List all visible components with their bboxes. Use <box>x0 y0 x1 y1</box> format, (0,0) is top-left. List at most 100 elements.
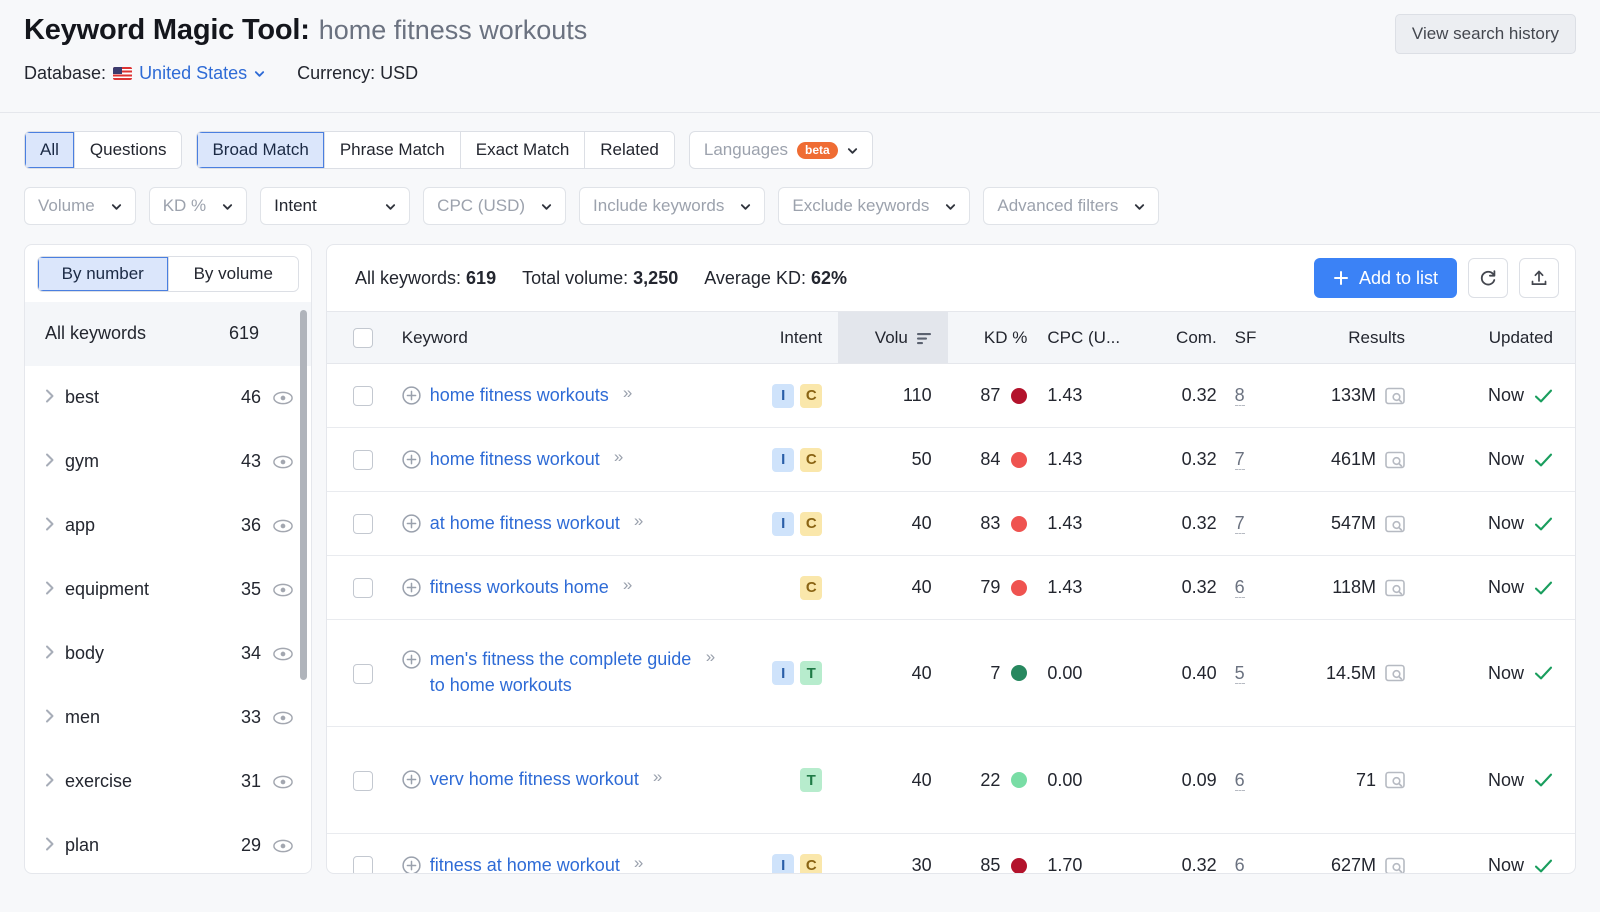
sidebar-item-exercise[interactable]: exercise 31 <box>25 750 311 814</box>
expand-caret[interactable] <box>45 836 65 856</box>
database-selector[interactable]: Database: United States <box>24 63 265 84</box>
languages-dropdown[interactable]: Languages beta <box>688 131 873 169</box>
table-row[interactable]: at home fitness workout» I C 40 83 1.43 0.32 7 5… <box>327 491 1575 556</box>
serp-preview-icon[interactable] <box>1385 664 1405 682</box>
keyword-link[interactable]: fitness workouts home <box>430 575 609 601</box>
row-checkbox[interactable] <box>353 578 374 599</box>
database-value[interactable]: United States <box>139 63 247 84</box>
table-row[interactable]: fitness workouts home » C 40 79 1.43 0.32 6 118M… <box>327 555 1575 620</box>
header-updated[interactable]: Updated <box>1440 311 1575 364</box>
eye-icon[interactable] <box>273 391 293 405</box>
sf-value[interactable]: 6 <box>1234 769 1245 791</box>
table-row[interactable]: verv home fitness workout » T 40 22 0.00 0.09 6… <box>327 726 1575 834</box>
intent-badge-T[interactable]: T <box>800 768 823 792</box>
table-row[interactable]: home fitness workout» I C 50 84 1.43 0.32 7 461M… <box>327 427 1575 492</box>
expand-caret[interactable] <box>45 580 65 600</box>
intent-badge-I[interactable]: I <box>772 447 795 472</box>
expand-caret[interactable] <box>45 452 65 472</box>
tab-broad-match[interactable]: Broad Match <box>197 132 325 168</box>
keyword-expand-icon[interactable]: » <box>609 447 624 467</box>
serp-preview-icon[interactable] <box>1385 771 1405 789</box>
keyword-link[interactable]: verv home fitness workout <box>430 767 639 793</box>
select-all-checkbox[interactable] <box>353 327 374 348</box>
expand-caret[interactable] <box>45 708 65 728</box>
table-row[interactable]: home fitness workouts» I C 110 87 1.43 0.32 8 13… <box>327 363 1575 428</box>
expand-caret[interactable] <box>45 388 65 408</box>
eye-icon[interactable] <box>273 647 293 661</box>
view-search-history-button[interactable]: View search history <box>1394 14 1576 54</box>
add-keyword-icon[interactable] <box>402 650 421 670</box>
filter-cpc[interactable]: CPC (USD) <box>423 187 567 225</box>
header-keyword[interactable]: Keyword <box>391 311 747 364</box>
serp-preview-icon[interactable] <box>1385 857 1405 875</box>
add-keyword-icon[interactable] <box>402 450 421 469</box>
refresh-button[interactable] <box>1468 258 1508 298</box>
sf-value[interactable]: 5 <box>1234 662 1245 684</box>
row-checkbox[interactable] <box>353 514 374 535</box>
header-results[interactable]: Results <box>1284 311 1441 364</box>
keyword-expand-icon[interactable]: » <box>629 853 644 873</box>
table-row[interactable]: men's fitness the complete guide to home… <box>327 619 1575 727</box>
sidebar-item-equipment[interactable]: equipment 35 <box>25 558 311 622</box>
row-checkbox[interactable] <box>353 770 374 791</box>
keyword-link[interactable]: fitness at home workout <box>430 853 620 873</box>
filter-volume[interactable]: Volume <box>24 187 136 225</box>
eye-icon[interactable] <box>273 711 293 725</box>
sidebar-item-body[interactable]: body 34 <box>25 622 311 686</box>
add-keyword-icon[interactable] <box>402 770 421 789</box>
row-checkbox[interactable] <box>353 856 374 873</box>
header-intent[interactable]: Intent <box>746 311 839 364</box>
intent-badge-C[interactable]: C <box>800 511 823 536</box>
serp-preview-icon[interactable] <box>1385 515 1405 533</box>
keyword-expand-icon[interactable]: » <box>701 647 716 667</box>
add-keyword-icon[interactable] <box>402 514 421 533</box>
sf-value[interactable]: 8 <box>1234 385 1245 406</box>
sf-value[interactable]: 6 <box>1234 855 1245 873</box>
intent-badge-T[interactable]: T <box>800 661 823 685</box>
header-sf[interactable]: SF <box>1226 311 1285 364</box>
expand-caret[interactable] <box>45 516 65 536</box>
keyword-link[interactable]: men's fitness the complete guide to home… <box>430 647 692 698</box>
keyword-link[interactable]: at home fitness workout <box>430 511 620 537</box>
header-kd[interactable]: KD % <box>947 311 1042 364</box>
intent-badge-I[interactable]: I <box>772 511 795 536</box>
tab-phrase-match[interactable]: Phrase Match <box>324 132 461 168</box>
intent-badge-I[interactable]: I <box>772 383 795 408</box>
keyword-link[interactable]: home fitness workouts <box>430 383 609 409</box>
sidebar-item-gym[interactable]: gym 43 <box>25 430 311 494</box>
export-button[interactable] <box>1519 258 1559 298</box>
toggle-by-volume[interactable]: By volume <box>168 257 298 291</box>
sf-value[interactable]: 7 <box>1234 513 1245 534</box>
row-checkbox[interactable] <box>353 386 374 407</box>
serp-preview-icon[interactable] <box>1385 451 1405 469</box>
sidebar-item-men[interactable]: men 33 <box>25 686 311 750</box>
sidebar-item-best[interactable]: best 46 <box>25 366 311 430</box>
keyword-expand-icon[interactable]: » <box>648 767 663 787</box>
tab-related[interactable]: Related <box>585 132 674 168</box>
table-row[interactable]: fitness at home workout» I C 30 85 1.70 0.32 6 6… <box>327 833 1575 875</box>
tab-questions[interactable]: Questions <box>74 132 182 168</box>
keyword-expand-icon[interactable]: » <box>629 511 644 531</box>
keyword-expand-icon[interactable]: » <box>618 383 633 403</box>
add-keyword-icon[interactable] <box>402 578 421 597</box>
eye-icon[interactable] <box>273 775 293 789</box>
intent-badge-I[interactable]: I <box>772 853 795 873</box>
intent-badge-C[interactable]: C <box>800 383 823 408</box>
sf-value[interactable]: 7 <box>1234 449 1245 470</box>
expand-caret[interactable] <box>45 772 65 792</box>
filter-include-keywords[interactable]: Include keywords <box>579 187 766 225</box>
expand-caret[interactable] <box>45 644 65 664</box>
filter-advanced[interactable]: Advanced filters <box>983 187 1160 225</box>
serp-preview-icon[interactable] <box>1385 579 1405 597</box>
intent-badge-C[interactable]: C <box>800 447 823 472</box>
header-com[interactable]: Com. <box>1144 311 1227 364</box>
keyword-expand-icon[interactable]: » <box>618 575 633 595</box>
toggle-by-number[interactable]: By number <box>38 257 169 291</box>
keyword-link[interactable]: home fitness workout <box>430 447 600 473</box>
sidebar-item-all-keywords[interactable]: All keywords 619 <box>25 302 311 366</box>
intent-badge-C[interactable]: C <box>800 575 823 600</box>
eye-icon[interactable] <box>273 583 293 597</box>
filter-intent[interactable]: Intent <box>260 187 411 225</box>
add-to-list-button[interactable]: Add to list <box>1313 258 1457 298</box>
add-keyword-icon[interactable] <box>402 856 421 874</box>
